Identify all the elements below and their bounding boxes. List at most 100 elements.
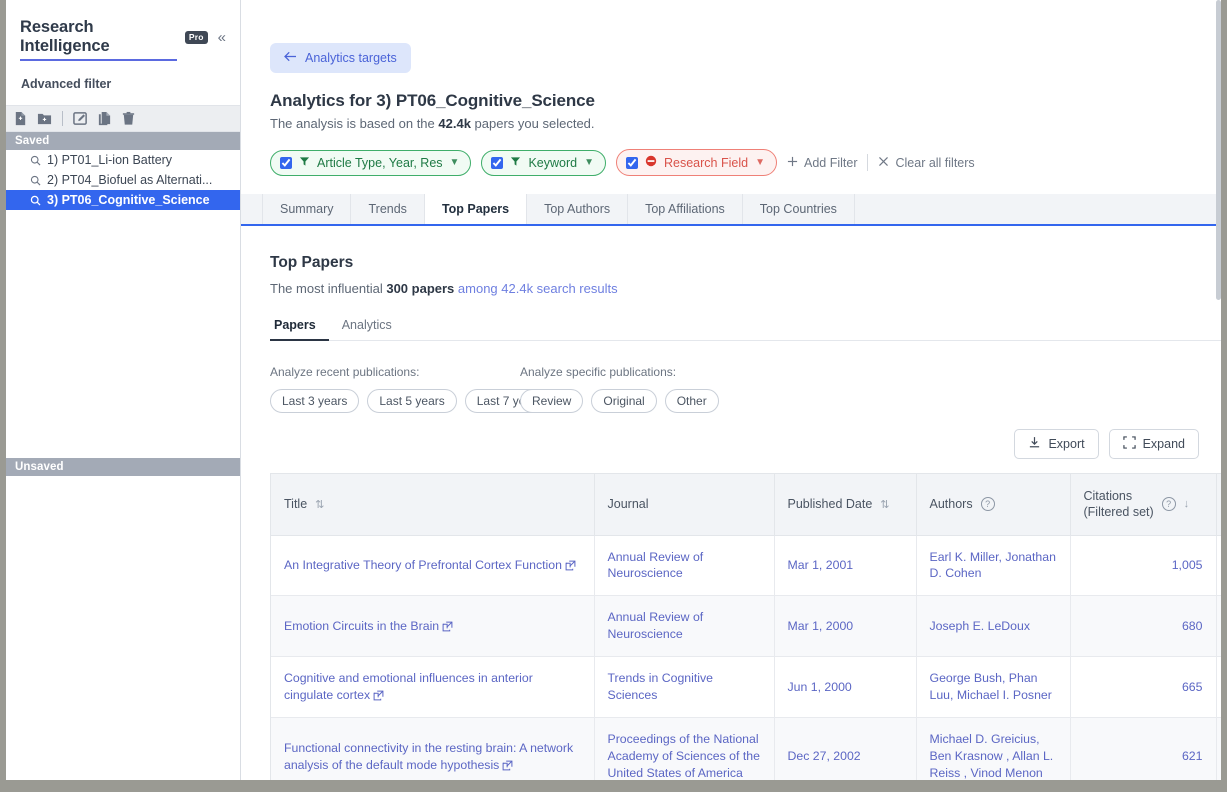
new-folder-icon[interactable] xyxy=(37,111,52,126)
chevron-down-icon[interactable]: ▼ xyxy=(584,157,594,168)
export-label: Export xyxy=(1048,437,1084,451)
funnel-icon xyxy=(299,156,310,170)
pill-original[interactable]: Original xyxy=(591,389,656,413)
page-subtitle: The analysis is based on the 42.4k paper… xyxy=(270,116,1221,131)
chevron-down-icon[interactable]: ▼ xyxy=(450,157,460,168)
sort-desc-icon[interactable]: ↓ xyxy=(1184,498,1190,510)
pill-last-5-years[interactable]: Last 5 years xyxy=(367,389,456,413)
expand-icon xyxy=(1123,436,1136,452)
paper-title-link[interactable]: Cognitive and emotional influences in an… xyxy=(284,671,533,702)
sidebar-header: Research Intelligence Pro « Advanced fil… xyxy=(6,0,240,91)
copy-icon[interactable] xyxy=(97,111,112,126)
pill-review[interactable]: Review xyxy=(520,389,583,413)
table-toolbar: Export Expand xyxy=(241,429,1199,459)
tab-trends[interactable]: Trends xyxy=(351,194,424,224)
analyze-recent-group: Analyze recent publications: Last 3 year… xyxy=(270,365,520,413)
cell-title: Emotion Circuits in the Brain xyxy=(271,596,594,657)
toolbar-divider xyxy=(62,111,63,126)
new-file-icon[interactable] xyxy=(13,111,28,126)
paper-title-link[interactable]: Emotion Circuits in the Brain xyxy=(284,619,439,633)
expand-label: Expand xyxy=(1143,437,1185,451)
external-link-icon[interactable] xyxy=(565,559,576,576)
authors-list[interactable]: Michael D. Greicius, Ben Krasnow , Allan… xyxy=(930,732,1054,780)
chevron-down-icon[interactable]: ▼ xyxy=(755,157,765,168)
filter-chip-label: Article Type, Year, Res xyxy=(317,156,443,170)
page-scrollbar[interactable] xyxy=(1216,0,1221,786)
cell-published-date: Mar 1, 2001 xyxy=(774,535,916,596)
tab-top-countries[interactable]: Top Countries xyxy=(743,194,855,224)
page-title: Analytics for 3) PT06_Cognitive_Science xyxy=(270,91,1221,111)
sort-icon[interactable]: ⇅ xyxy=(880,498,889,511)
analyze-controls: Analyze recent publications: Last 3 year… xyxy=(270,365,1221,413)
section-subtitle-pre: The most influential xyxy=(270,281,386,296)
column-header-authors[interactable]: Authors ? xyxy=(916,474,1070,535)
table-row[interactable]: Emotion Circuits in the Brain Annual Rev… xyxy=(271,596,1221,657)
external-link-icon[interactable] xyxy=(442,620,453,637)
filter-chip-checkbox[interactable] xyxy=(280,157,292,169)
export-button[interactable]: Export xyxy=(1014,429,1098,459)
filter-chip-research-field[interactable]: Research Field ▼ xyxy=(616,149,777,176)
column-header-published-date[interactable]: Published Date ⇅ xyxy=(774,474,916,535)
filter-chip-article-type[interactable]: Article Type, Year, Res ▼ xyxy=(270,150,471,176)
external-link-icon[interactable] xyxy=(373,689,384,706)
page-scrollbar-thumb[interactable] xyxy=(1216,0,1221,300)
subtab-papers[interactable]: Papers xyxy=(270,318,329,341)
sidebar-item-pt01[interactable]: 1) PT01_Li-ion Battery xyxy=(6,150,240,170)
sort-icon[interactable]: ⇅ xyxy=(315,498,324,511)
search-results-link[interactable]: among 42.4k search results xyxy=(458,281,618,296)
cell-published-date: Mar 1, 2000 xyxy=(774,596,916,657)
paper-title-link[interactable]: An Integrative Theory of Prefrontal Cort… xyxy=(284,558,562,572)
close-icon xyxy=(878,156,889,170)
column-header-title-label: Title xyxy=(284,497,307,511)
cell-citations-filtered: 680 xyxy=(1070,596,1216,657)
table-row[interactable]: An Integrative Theory of Prefrontal Cort… xyxy=(271,535,1221,596)
filter-chip-keyword[interactable]: Keyword ▼ xyxy=(481,150,606,176)
analyze-specific-options: Review Original Other xyxy=(520,389,770,413)
delete-icon[interactable] xyxy=(121,111,136,126)
sidebar-saved-list: 1) PT01_Li-ion Battery 2) PT04_Biofuel a… xyxy=(6,150,240,210)
subtab-analytics[interactable]: Analytics xyxy=(329,318,405,340)
cell-published-date: Dec 27, 2002 xyxy=(774,718,916,786)
sidebar-item-pt06[interactable]: 3) PT06_Cognitive_Science xyxy=(6,190,240,210)
tab-summary[interactable]: Summary xyxy=(262,194,351,224)
add-filter-button[interactable]: Add Filter xyxy=(787,156,858,170)
funnel-icon xyxy=(510,156,521,170)
cell-journal: Annual Review of Neuroscience xyxy=(594,535,774,596)
collapse-sidebar-icon[interactable]: « xyxy=(218,29,226,46)
analyze-specific-label: Analyze specific publications: xyxy=(520,365,770,379)
tab-top-authors[interactable]: Top Authors xyxy=(527,194,628,224)
block-icon xyxy=(645,155,657,170)
clear-all-filters-button[interactable]: Clear all filters xyxy=(878,156,974,170)
tab-top-affiliations[interactable]: Top Affiliations xyxy=(628,194,743,224)
cell-authors: George Bush, Phan Luu, Michael I. Posner xyxy=(916,657,1070,718)
authors-list[interactable]: Joseph E. LeDoux xyxy=(930,619,1031,633)
top-papers-table: Title ⇅ Journal Published Date ⇅ xyxy=(271,474,1221,786)
pill-last-3-years[interactable]: Last 3 years xyxy=(270,389,359,413)
table-body: An Integrative Theory of Prefrontal Cort… xyxy=(271,535,1221,786)
column-header-published-date-label: Published Date xyxy=(788,497,873,511)
authors-list[interactable]: George Bush, Phan Luu, Michael I. Posner xyxy=(930,671,1052,702)
authors-list[interactable]: Earl K. Miller, Jonathan D. Cohen xyxy=(930,550,1056,581)
help-icon[interactable]: ? xyxy=(1162,497,1176,511)
filter-chip-checkbox[interactable] xyxy=(626,157,638,169)
column-header-journal[interactable]: Journal xyxy=(594,474,774,535)
expand-button[interactable]: Expand xyxy=(1109,429,1199,459)
table-row[interactable]: Cognitive and emotional influences in an… xyxy=(271,657,1221,718)
column-header-citations-filtered[interactable]: Citations (Filtered set) ? ↓ xyxy=(1070,474,1216,535)
external-link-icon[interactable] xyxy=(502,759,513,776)
edit-icon[interactable] xyxy=(73,111,88,126)
back-to-analytics-targets-button[interactable]: Analytics targets xyxy=(270,43,411,73)
analyze-recent-options: Last 3 years Last 5 years Last 7 years xyxy=(270,389,520,413)
filter-chip-checkbox[interactable] xyxy=(491,157,503,169)
sidebar-group-saved: Saved xyxy=(6,132,240,150)
help-icon[interactable]: ? xyxy=(981,497,995,511)
paper-title-link[interactable]: Functional connectivity in the resting b… xyxy=(284,741,573,772)
journal-name: Annual Review of Neuroscience xyxy=(608,610,704,641)
sidebar-item-pt04[interactable]: 2) PT04_Biofuel as Alternati... xyxy=(6,170,240,190)
search-icon xyxy=(30,155,41,166)
column-header-title[interactable]: Title ⇅ xyxy=(271,474,594,535)
pill-other[interactable]: Other xyxy=(665,389,719,413)
tab-top-papers[interactable]: Top Papers xyxy=(425,194,527,224)
table-row[interactable]: Functional connectivity in the resting b… xyxy=(271,718,1221,786)
cell-journal: Trends in Cognitive Sciences xyxy=(594,657,774,718)
